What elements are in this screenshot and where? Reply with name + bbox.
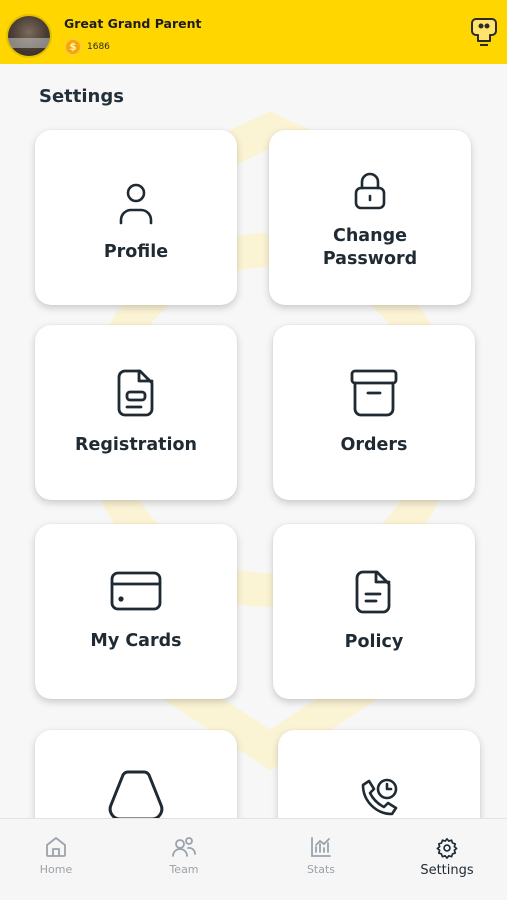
my-cards-label: My Cards	[90, 631, 182, 651]
nav-stats[interactable]: Stats	[301, 819, 341, 900]
nav-settings-label: Settings	[420, 863, 474, 878]
orders-label: Orders	[340, 435, 408, 455]
nav-home[interactable]: Home	[36, 819, 76, 900]
registration-label: Registration	[75, 435, 197, 455]
change-password-label: Change Password	[323, 225, 417, 271]
change-password-line2: Password	[322, 248, 418, 269]
team-icon	[172, 837, 196, 857]
my-cards-card[interactable]: My Cards	[35, 524, 237, 699]
archive-box-icon	[350, 369, 398, 417]
chat-bot-button[interactable]	[469, 14, 499, 50]
nav-stats-label: Stats	[306, 863, 336, 876]
stats-icon	[311, 837, 331, 857]
document-icon	[117, 369, 154, 417]
nav-home-label: Home	[39, 863, 73, 876]
nav-team-label: Team	[169, 863, 199, 876]
policy-document-icon	[355, 570, 391, 614]
policy-card[interactable]: Policy	[273, 524, 475, 699]
gear-icon	[436, 838, 458, 859]
user-icon	[119, 183, 153, 225]
user-name: Great Grand Parent	[64, 16, 202, 31]
nav-settings[interactable]: Settings	[414, 819, 480, 900]
app-header: Great Grand Parent $ 1686	[0, 0, 507, 64]
coin-count: 1686	[87, 42, 110, 52]
avatar[interactable]	[6, 14, 52, 58]
nav-team[interactable]: Team	[163, 819, 205, 900]
change-password-line1: Change	[333, 225, 407, 246]
orders-card[interactable]: Orders	[273, 325, 475, 500]
credit-card-icon	[110, 571, 162, 611]
change-password-card[interactable]: Change Password	[269, 130, 471, 305]
registration-card[interactable]: Registration	[35, 325, 237, 500]
profile-card[interactable]: Profile	[35, 130, 237, 305]
bottom-nav: Home Team Stats Settings	[0, 818, 507, 900]
policy-label: Policy	[344, 632, 404, 652]
phone-clock-icon	[361, 778, 398, 816]
coin-balance: $ 1686	[64, 38, 110, 56]
profile-label: Profile	[103, 242, 169, 262]
coin-icon: $	[64, 38, 82, 56]
home-icon	[46, 837, 66, 857]
chat-bot-icon	[471, 18, 497, 46]
page-title: Settings	[39, 86, 124, 107]
lock-icon	[354, 172, 386, 209]
